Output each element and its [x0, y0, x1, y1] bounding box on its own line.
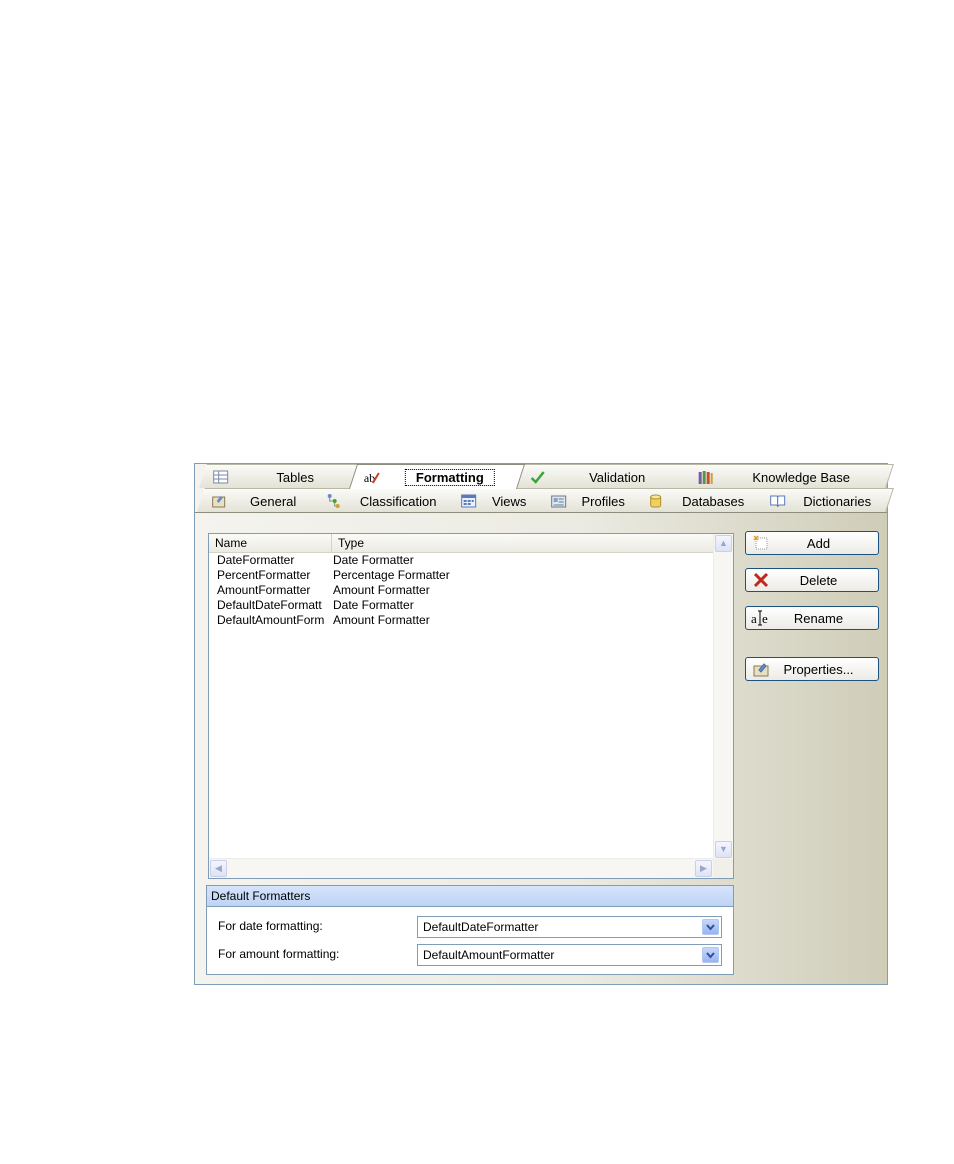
books-icon — [698, 470, 713, 484]
views-icon — [461, 494, 477, 507]
amount-formatter-value: DefaultAmountFormatter — [423, 948, 555, 962]
add-button-label: Add — [806, 535, 831, 551]
horizontal-scrollbar[interactable]: ◀ ▶ — [209, 858, 713, 878]
tab-views-label: Views — [492, 493, 527, 508]
scroll-up-button[interactable]: ▲ — [715, 535, 732, 552]
svg-text:a: a — [751, 611, 757, 626]
list-header: Name Type — [209, 534, 713, 553]
tab-formatting[interactable]: ab Formatting — [348, 464, 526, 489]
amount-formatting-row: For amount formatting: DefaultAmountForm… — [207, 944, 733, 966]
add-button[interactable]: Add — [745, 531, 879, 555]
chevron-right-icon: ▶ — [700, 863, 707, 873]
item-name: DefaultAmountForm — [217, 613, 325, 627]
default-formatters-group: Default Formatters For date formatting: … — [206, 885, 734, 975]
tab-formatting-label: Formatting — [404, 468, 495, 486]
chevron-left-icon: ◀ — [215, 863, 222, 873]
amount-formatter-dropdown[interactable]: DefaultAmountFormatter — [417, 944, 722, 966]
vertical-scrollbar[interactable]: ▲ ▼ — [713, 534, 733, 859]
tab-validation[interactable]: Validation — [516, 464, 694, 488]
table-icon — [213, 470, 229, 483]
properties-button[interactable]: Properties... — [745, 657, 879, 681]
scrollbar-corner — [713, 859, 733, 878]
tab-classification-label: Classification — [360, 493, 437, 508]
date-formatter-dropdown[interactable]: DefaultDateFormatter — [417, 916, 722, 938]
item-name: DateFormatter — [217, 553, 295, 567]
scroll-left-button[interactable]: ◀ — [210, 860, 227, 877]
properties-button-label: Properties... — [783, 661, 854, 677]
tab-views[interactable]: Views — [447, 488, 547, 512]
item-type: Percentage Formatter — [333, 568, 450, 582]
tab-dictionaries-label: Dictionaries — [803, 493, 872, 508]
tab-general-label: General — [250, 493, 297, 508]
checkmark-icon — [530, 470, 545, 484]
tab-tables[interactable]: Tables — [199, 464, 367, 488]
delete-button[interactable]: Delete — [745, 568, 879, 592]
default-formatters-title: Default Formatters — [207, 886, 733, 907]
column-header-type[interactable]: Type — [332, 534, 713, 552]
chevron-down-icon — [706, 952, 715, 959]
dictionary-icon — [770, 495, 786, 507]
tab-knowledge-base[interactable]: Knowledge Base — [684, 464, 894, 488]
date-formatting-label: For date formatting: — [218, 919, 323, 933]
chevron-up-icon: ▲ — [719, 538, 728, 548]
item-name: AmountFormatter — [217, 583, 311, 597]
date-formatter-value: DefaultDateFormatter — [423, 920, 539, 934]
item-type: Amount Formatter — [333, 613, 430, 627]
formatter-list[interactable]: Name Type DateFormatter Date Formatter Pe… — [208, 533, 734, 879]
formatting-icon: ab — [364, 471, 380, 485]
dropdown-arrow-button[interactable] — [702, 919, 719, 935]
scroll-right-button[interactable]: ▶ — [695, 860, 712, 877]
svg-text:e: e — [762, 611, 768, 626]
amount-formatting-label: For amount formatting: — [218, 947, 340, 961]
item-type: Date Formatter — [333, 598, 414, 612]
date-formatting-row: For date formatting: DefaultDateFormatte… — [207, 916, 733, 938]
tab-databases[interactable]: Databases — [634, 488, 768, 512]
tab-profiles-label: Profiles — [581, 493, 626, 508]
tab-tables-label: Tables — [276, 469, 315, 484]
item-type: Date Formatter — [333, 553, 414, 567]
tab-dictionaries[interactable]: Dictionaries — [756, 488, 894, 512]
tab-profiles[interactable]: Profiles — [537, 488, 645, 512]
list-item[interactable]: DefaultAmountForm Amount Formatter — [209, 613, 713, 628]
rename-icon: ae — [751, 610, 768, 626]
rename-button[interactable]: ae Rename — [745, 606, 879, 630]
tab-row-2: General Classification Views Profiles Da… — [195, 488, 894, 512]
tab-databases-label: Databases — [682, 493, 745, 508]
delete-x-icon — [753, 572, 769, 588]
delete-button-label: Delete — [799, 572, 838, 588]
scroll-down-button[interactable]: ▼ — [715, 841, 732, 858]
database-icon — [650, 494, 662, 507]
tab-classification[interactable]: Classification — [312, 488, 460, 512]
tab-knowledge-base-label: Knowledge Base — [752, 469, 851, 484]
tab-row-1: Tables ab Formatting Validation Knowledg… — [195, 464, 894, 489]
chevron-down-icon: ▼ — [719, 844, 728, 854]
chevron-down-icon — [706, 924, 715, 931]
item-type: Amount Formatter — [333, 583, 430, 597]
rename-button-label: Rename — [793, 610, 844, 626]
properties-icon — [753, 663, 769, 677]
dropdown-arrow-button[interactable] — [702, 947, 719, 963]
list-item[interactable]: PercentFormatter Percentage Formatter — [209, 568, 713, 583]
new-item-icon — [753, 535, 768, 550]
formatting-panel: Name Type DateFormatter Date Formatter Pe… — [195, 512, 887, 984]
formatting-dialog: Tables ab Formatting Validation Knowledg… — [194, 463, 894, 985]
item-name: PercentFormatter — [217, 568, 311, 582]
list-rows: DateFormatter Date Formatter PercentForma… — [209, 553, 713, 628]
tab-general[interactable]: General — [197, 488, 325, 512]
list-item[interactable]: DefaultDateFormatt Date Formatter — [209, 598, 713, 613]
column-header-name[interactable]: Name — [209, 534, 332, 552]
profiles-icon — [551, 495, 567, 507]
item-name: DefaultDateFormatt — [217, 598, 322, 612]
list-item[interactable]: AmountFormatter Amount Formatter — [209, 583, 713, 598]
list-item[interactable]: DateFormatter Date Formatter — [209, 553, 713, 568]
general-icon — [212, 495, 226, 507]
tab-validation-label: Validation — [589, 469, 646, 484]
classification-icon — [327, 493, 340, 508]
